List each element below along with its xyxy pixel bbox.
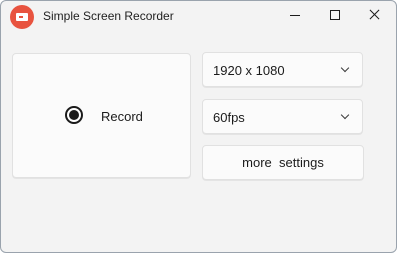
framerate-value: 60fps xyxy=(213,110,245,125)
resolution-value: 1920 x 1080 xyxy=(213,63,285,78)
more-settings-button[interactable]: more settings xyxy=(202,145,364,180)
maximize-button[interactable] xyxy=(315,1,355,31)
chevron-down-icon xyxy=(340,63,350,73)
app-window: Simple Screen Recorder Record 1920 x 108… xyxy=(0,0,397,253)
window-title: Simple Screen Recorder xyxy=(43,9,174,23)
record-radio[interactable] xyxy=(65,106,83,124)
resolution-dropdown[interactable]: 1920 x 1080 xyxy=(202,52,363,87)
screen-recorder-app-icon xyxy=(10,5,34,29)
minimize-icon xyxy=(290,15,300,16)
close-icon xyxy=(369,9,380,20)
screen-icon xyxy=(16,13,28,21)
record-label: Record xyxy=(101,109,143,124)
framerate-dropdown[interactable]: 60fps xyxy=(202,99,363,134)
title-bar[interactable]: Simple Screen Recorder xyxy=(1,1,396,31)
record-button[interactable]: Record xyxy=(12,53,191,178)
close-button[interactable] xyxy=(355,1,395,31)
record-radio-dot xyxy=(69,110,79,120)
minimize-button[interactable] xyxy=(275,1,315,31)
maximize-icon xyxy=(330,10,340,20)
chevron-down-icon xyxy=(340,110,350,120)
